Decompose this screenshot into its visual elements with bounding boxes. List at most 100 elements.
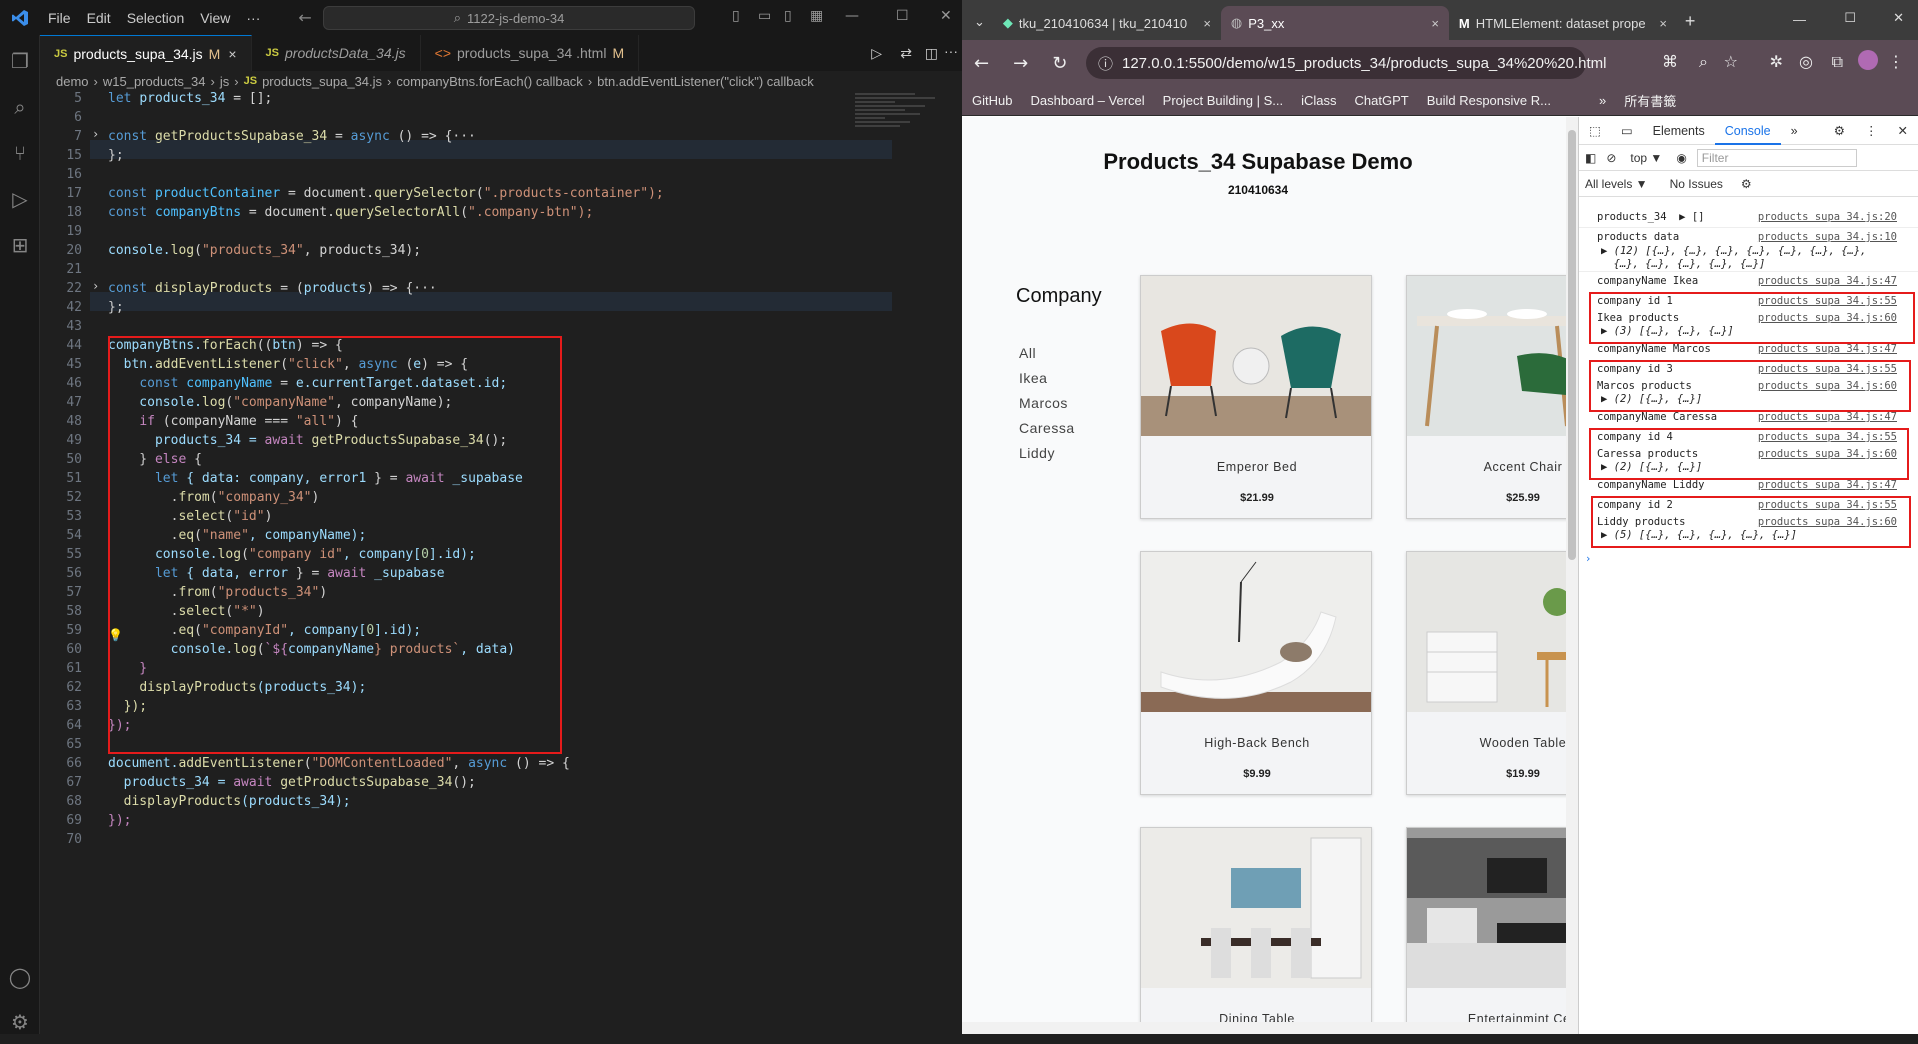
menu-edit[interactable]: Edit [79,10,119,26]
toggle-sidebar-icon[interactable]: ▯ [732,8,740,24]
console-filter-input[interactable]: Filter [1696,148,1857,167]
bookmark-star-icon[interactable]: ☆ [1724,52,1738,71]
console-settings-gear-icon[interactable]: ⚙ [1741,177,1752,191]
device-toolbar-icon[interactable]: ▭ [1611,123,1643,138]
bookmarks-overflow-icon[interactable]: » [1599,93,1606,108]
console-prompt[interactable]: › [1585,553,1897,565]
more-actions-icon[interactable]: ··· [944,43,958,59]
close-window-icon[interactable]: ✕ [1893,10,1904,26]
product-card[interactable]: Dining Table [1140,827,1372,1034]
scrollbar-thumb[interactable] [1568,130,1576,560]
url-bar[interactable]: ⓘ 127.0.0.1:5500/demo/w15_products_34/pr… [1086,47,1607,79]
settings-gear-icon[interactable]: ⚙ [1824,123,1855,138]
menu-file[interactable]: File [40,10,79,26]
log-source-link[interactable]: products supa 34.js:47 [1758,411,1897,423]
fold-chevron-icon[interactable]: › [92,127,99,141]
bookmark-iclass[interactable]: iClass [1301,93,1336,108]
product-card[interactable]: High-Back Bench $9.99 [1140,551,1372,795]
log-levels-dropdown[interactable]: All levels ▼ [1585,177,1648,191]
close-tab-icon[interactable]: × [1659,16,1667,31]
browser-menu-icon[interactable]: ⋮ [1888,52,1904,71]
browser-tab-tku[interactable]: ◆ tku_210410634 | tku_210410 × [993,6,1221,40]
close-tab-icon[interactable]: × [1203,16,1211,31]
source-control-icon[interactable]: ⑂ [0,131,40,175]
extension-icon[interactable]: ◎ [1799,52,1813,71]
menu-view[interactable]: View [192,10,238,26]
breadcrumb-item[interactable]: js [220,74,229,89]
tab-console[interactable]: Console [1714,117,1781,145]
explorer-icon[interactable]: ❐ [0,39,40,83]
new-tab-icon[interactable]: + [1685,11,1696,32]
toggle-secondary-sidebar-icon[interactable]: ▯ [784,8,792,24]
bookmark-github[interactable]: GitHub [972,93,1012,108]
live-expression-eye-icon[interactable]: ◉ [1676,151,1686,165]
breadcrumb-item[interactable]: demo [56,74,89,89]
profile-avatar[interactable] [1858,50,1878,70]
clear-console-icon[interactable]: ⊘ [1606,151,1616,165]
company-btn-all[interactable]: All [1019,345,1036,361]
tab-products-supa-js[interactable]: JS products_supa_34.js M × [40,35,252,71]
close-tab-icon[interactable]: × [228,46,236,62]
menu-more[interactable]: ··· [238,10,268,26]
settings-gear-icon[interactable]: ⚙ [0,1000,40,1044]
company-btn-ikea[interactable]: Ikea [1019,370,1047,386]
all-bookmarks-folder[interactable]: 所有書籤 [1624,91,1676,110]
product-card[interactable]: Entertainmint Cen [1406,827,1566,1034]
tab-products-supa-html[interactable]: <> products_supa_34 .html M [420,35,640,71]
log-source-link[interactable]: products supa 34.js:20 [1758,211,1897,223]
close-window-icon[interactable]: ✕ [940,8,952,24]
reload-icon[interactable]: ↻ [1052,53,1067,74]
extension-icon[interactable]: ✲ [1770,52,1783,71]
customize-layout-icon[interactable]: ▦ [810,8,823,24]
compare-icon[interactable]: ⇄ [900,45,912,62]
maximize-icon[interactable]: ☐ [1844,10,1856,26]
company-btn-caressa[interactable]: Caressa [1019,420,1075,436]
command-center[interactable]: ⌕ 1122-js-demo-34 [323,6,695,30]
tab-elements[interactable]: Elements [1643,124,1715,138]
back-arrow-icon[interactable]: ← [974,53,989,74]
log-source-link[interactable]: products supa 34.js:47 [1758,275,1897,287]
product-card[interactable]: Emperor Bed $21.99 [1140,275,1372,519]
tab-products-data-js[interactable]: JS productsData_34.js [251,35,421,71]
log-source-link[interactable]: products supa 34.js:47 [1758,343,1897,355]
back-arrow-icon[interactable]: ← [298,8,311,27]
more-tabs-icon[interactable]: » [1781,124,1808,138]
maximize-icon[interactable]: ☐ [896,8,909,24]
bookmark-project-building[interactable]: Project Building | S... [1163,93,1283,108]
product-card[interactable]: Accent Chair $25.99 [1406,275,1566,519]
close-tab-icon[interactable]: × [1431,16,1439,31]
console-array-row[interactable]: ▶ (12) [{…}, {…}, {…}, {…}, {…}, {…}, {…… [1601,245,1913,257]
inspect-icon[interactable]: ⬚ [1579,123,1611,138]
log-source-link[interactable]: products supa 34.js:10 [1758,231,1897,243]
minimize-icon[interactable]: — [845,8,859,24]
tab-search-icon[interactable]: ⌄ [974,14,985,30]
breadcrumb-item[interactable]: companyBtns.forEach() callback [396,74,582,89]
issues-count[interactable]: No Issues [1670,177,1723,191]
close-devtools-icon[interactable]: ✕ [1888,123,1918,138]
breadcrumb-item[interactable]: products_supa_34.js [262,74,382,89]
toggle-panel-icon[interactable]: ▭ [758,8,771,24]
site-info-icon[interactable]: ⓘ [1098,53,1113,74]
account-icon[interactable]: ◯ [0,955,40,999]
more-options-icon[interactable]: ⋮ [1855,123,1888,138]
browser-tab-p3[interactable]: ◍ P3_xx × [1220,6,1449,40]
context-selector[interactable]: top ▼ [1630,151,1662,165]
log-source-link[interactable]: products supa 34.js:47 [1758,479,1897,491]
breadcrumb-item[interactable]: btn.addEventListener("click") callback [597,74,814,89]
search-icon[interactable]: ⌕ [0,85,40,129]
run-icon[interactable]: ▷ [871,45,882,62]
menu-selection[interactable]: Selection [119,10,193,26]
split-editor-icon[interactable]: ◫ [925,45,938,62]
extensions-icon[interactable]: ⊞ [0,223,40,267]
run-debug-icon[interactable]: ▷ [0,177,40,221]
browser-tab-mdn[interactable]: M HTMLElement: dataset prope × [1449,6,1677,40]
bookmark-chatgpt[interactable]: ChatGPT [1355,93,1409,108]
sidebar-toggle-icon[interactable]: ◧ [1585,151,1596,165]
company-btn-liddy[interactable]: Liddy [1019,445,1055,461]
fold-chevron-icon[interactable]: › [92,279,99,293]
minimap[interactable] [855,91,955,191]
breadcrumb-item[interactable]: w15_products_34 [103,74,206,89]
bookmark-vercel[interactable]: Dashboard – Vercel [1030,93,1144,108]
minimize-icon[interactable]: — [1793,12,1806,27]
forward-arrow-icon[interactable]: → [1013,53,1028,74]
